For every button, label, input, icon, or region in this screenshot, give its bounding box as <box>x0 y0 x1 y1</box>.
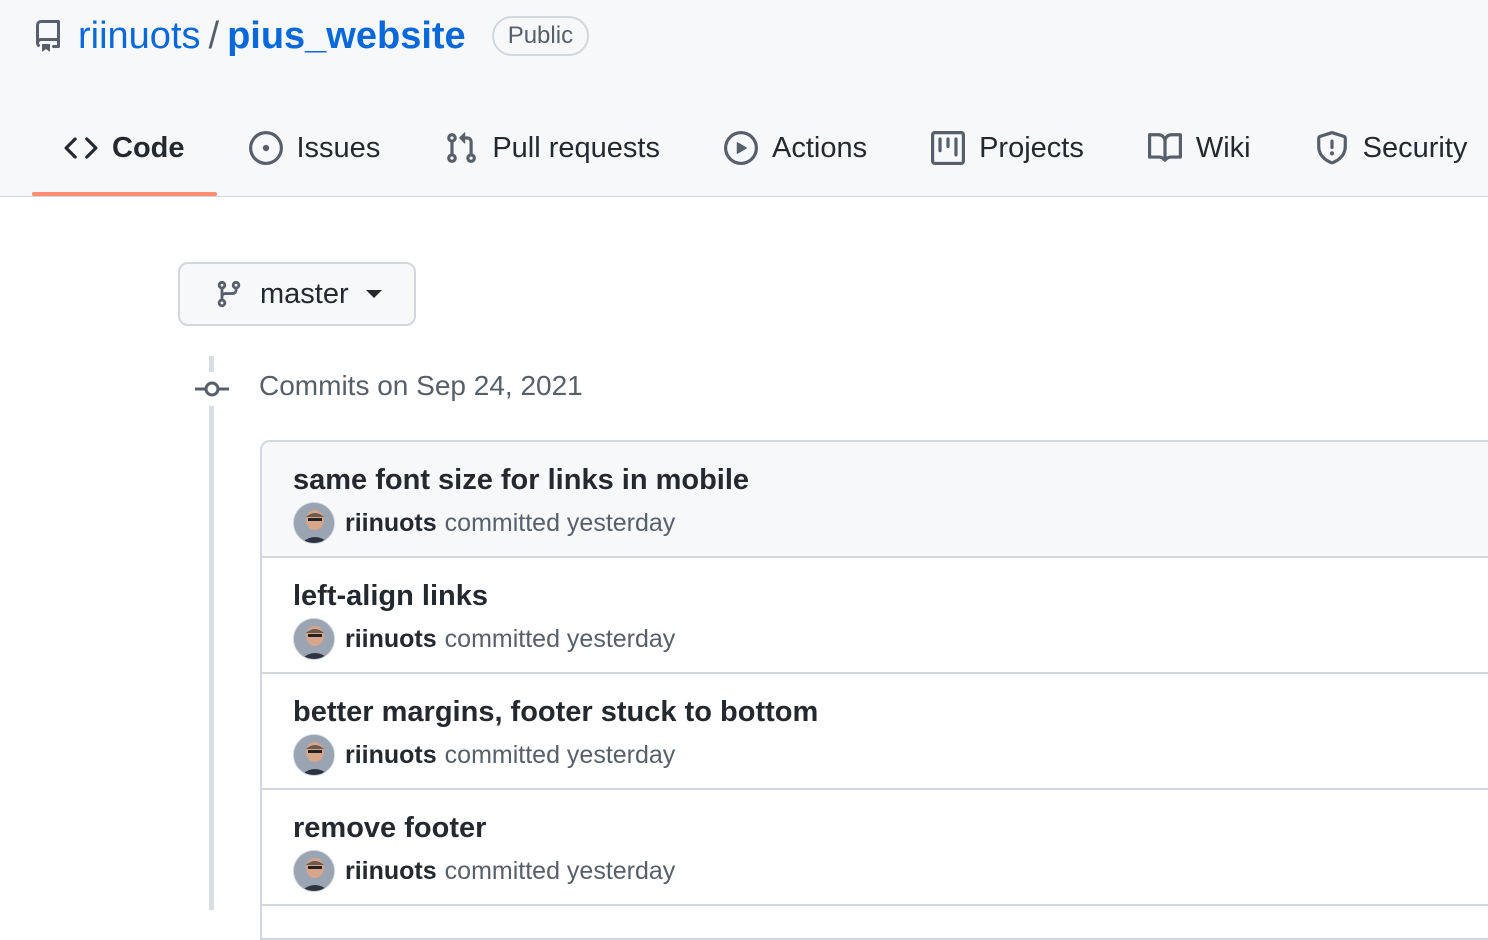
tab-security-label: Security <box>1362 131 1468 164</box>
git-branch-icon <box>214 279 244 309</box>
commit-time: committed yesterday <box>444 740 676 769</box>
commit-row[interactable]: remove footer riinuots committed yesterd… <box>262 790 1488 906</box>
tab-issues-label: Issues <box>296 131 381 164</box>
tab-projects[interactable]: Projects <box>899 108 1116 188</box>
branch-select-button[interactable]: master <box>178 262 416 326</box>
commit-message[interactable]: same font size for links in mobile <box>293 462 1488 498</box>
tab-issues[interactable]: Issues <box>217 108 413 188</box>
repo-owner-link[interactable]: riinuots <box>78 15 201 58</box>
commit-row[interactable]: better margins, footer stuck to bottom r… <box>262 674 1488 790</box>
repo-name-link[interactable]: pius_website <box>227 15 466 58</box>
commit-time: committed yesterday <box>444 624 676 653</box>
commit-meta: riinuots committed yesterday <box>293 618 1488 660</box>
commit-list: same font size for links in mobile riinu… <box>260 440 1488 940</box>
tab-pull-requests-label: Pull requests <box>492 131 660 164</box>
tab-wiki-label: Wiki <box>1195 131 1251 164</box>
code-icon <box>64 131 98 165</box>
git-pull-request-icon <box>444 131 478 165</box>
tab-actions[interactable]: Actions <box>692 108 899 188</box>
avatar[interactable] <box>293 618 335 660</box>
commit-author[interactable]: riinuots <box>345 857 437 886</box>
git-commit-icon <box>195 372 229 406</box>
commit-group-date: Commits on Sep 24, 2021 <box>259 370 583 401</box>
commit-time: committed yesterday <box>444 856 676 885</box>
commit-meta: riinuots committed yesterday <box>293 850 1488 892</box>
tab-pull-requests[interactable]: Pull requests <box>412 108 692 188</box>
visibility-badge: Public <box>491 16 590 56</box>
commit-meta: riinuots committed yesterday <box>293 734 1488 776</box>
shield-icon <box>1315 131 1349 165</box>
avatar[interactable] <box>293 734 335 776</box>
commit-row[interactable]: same font size for links in mobile riinu… <box>262 442 1488 558</box>
commit-time: committed yesterday <box>444 508 676 537</box>
tab-actions-label: Actions <box>771 131 868 164</box>
project-icon <box>931 131 966 165</box>
repo-path-separator: / <box>208 14 220 57</box>
book-icon <box>1147 131 1182 165</box>
commit-author[interactable]: riinuots <box>345 509 437 538</box>
play-icon <box>723 131 758 165</box>
issue-opened-icon <box>248 131 283 165</box>
commit-message[interactable]: remove footer <box>293 810 1488 846</box>
triangle-down-icon <box>365 289 383 299</box>
repo-icon <box>32 20 64 52</box>
commit-meta: riinuots committed yesterday <box>293 502 1488 544</box>
repo-header: riinuots / pius_website Public Code Issu… <box>0 0 1488 197</box>
tab-security[interactable]: Security <box>1283 108 1488 188</box>
repo-tabs: Code Issues Pull requests Actions Projec… <box>32 108 1488 196</box>
commit-message[interactable]: better margins, footer stuck to bottom <box>293 694 1488 730</box>
commit-author[interactable]: riinuots <box>345 741 437 770</box>
tab-code-label: Code <box>112 131 185 164</box>
branch-name: master <box>260 277 349 310</box>
tab-projects-label: Projects <box>979 131 1084 164</box>
commit-author[interactable]: riinuots <box>345 625 437 654</box>
commit-row[interactable]: left-align links riinuots committed yest… <box>262 558 1488 674</box>
avatar[interactable] <box>293 502 335 544</box>
avatar[interactable] <box>293 850 335 892</box>
timeline-line <box>209 356 214 910</box>
tab-wiki[interactable]: Wiki <box>1116 108 1283 188</box>
repo-title: riinuots / pius_website Public <box>32 10 590 62</box>
tab-code[interactable]: Code <box>32 108 217 196</box>
commit-message[interactable]: left-align links <box>293 578 1488 614</box>
